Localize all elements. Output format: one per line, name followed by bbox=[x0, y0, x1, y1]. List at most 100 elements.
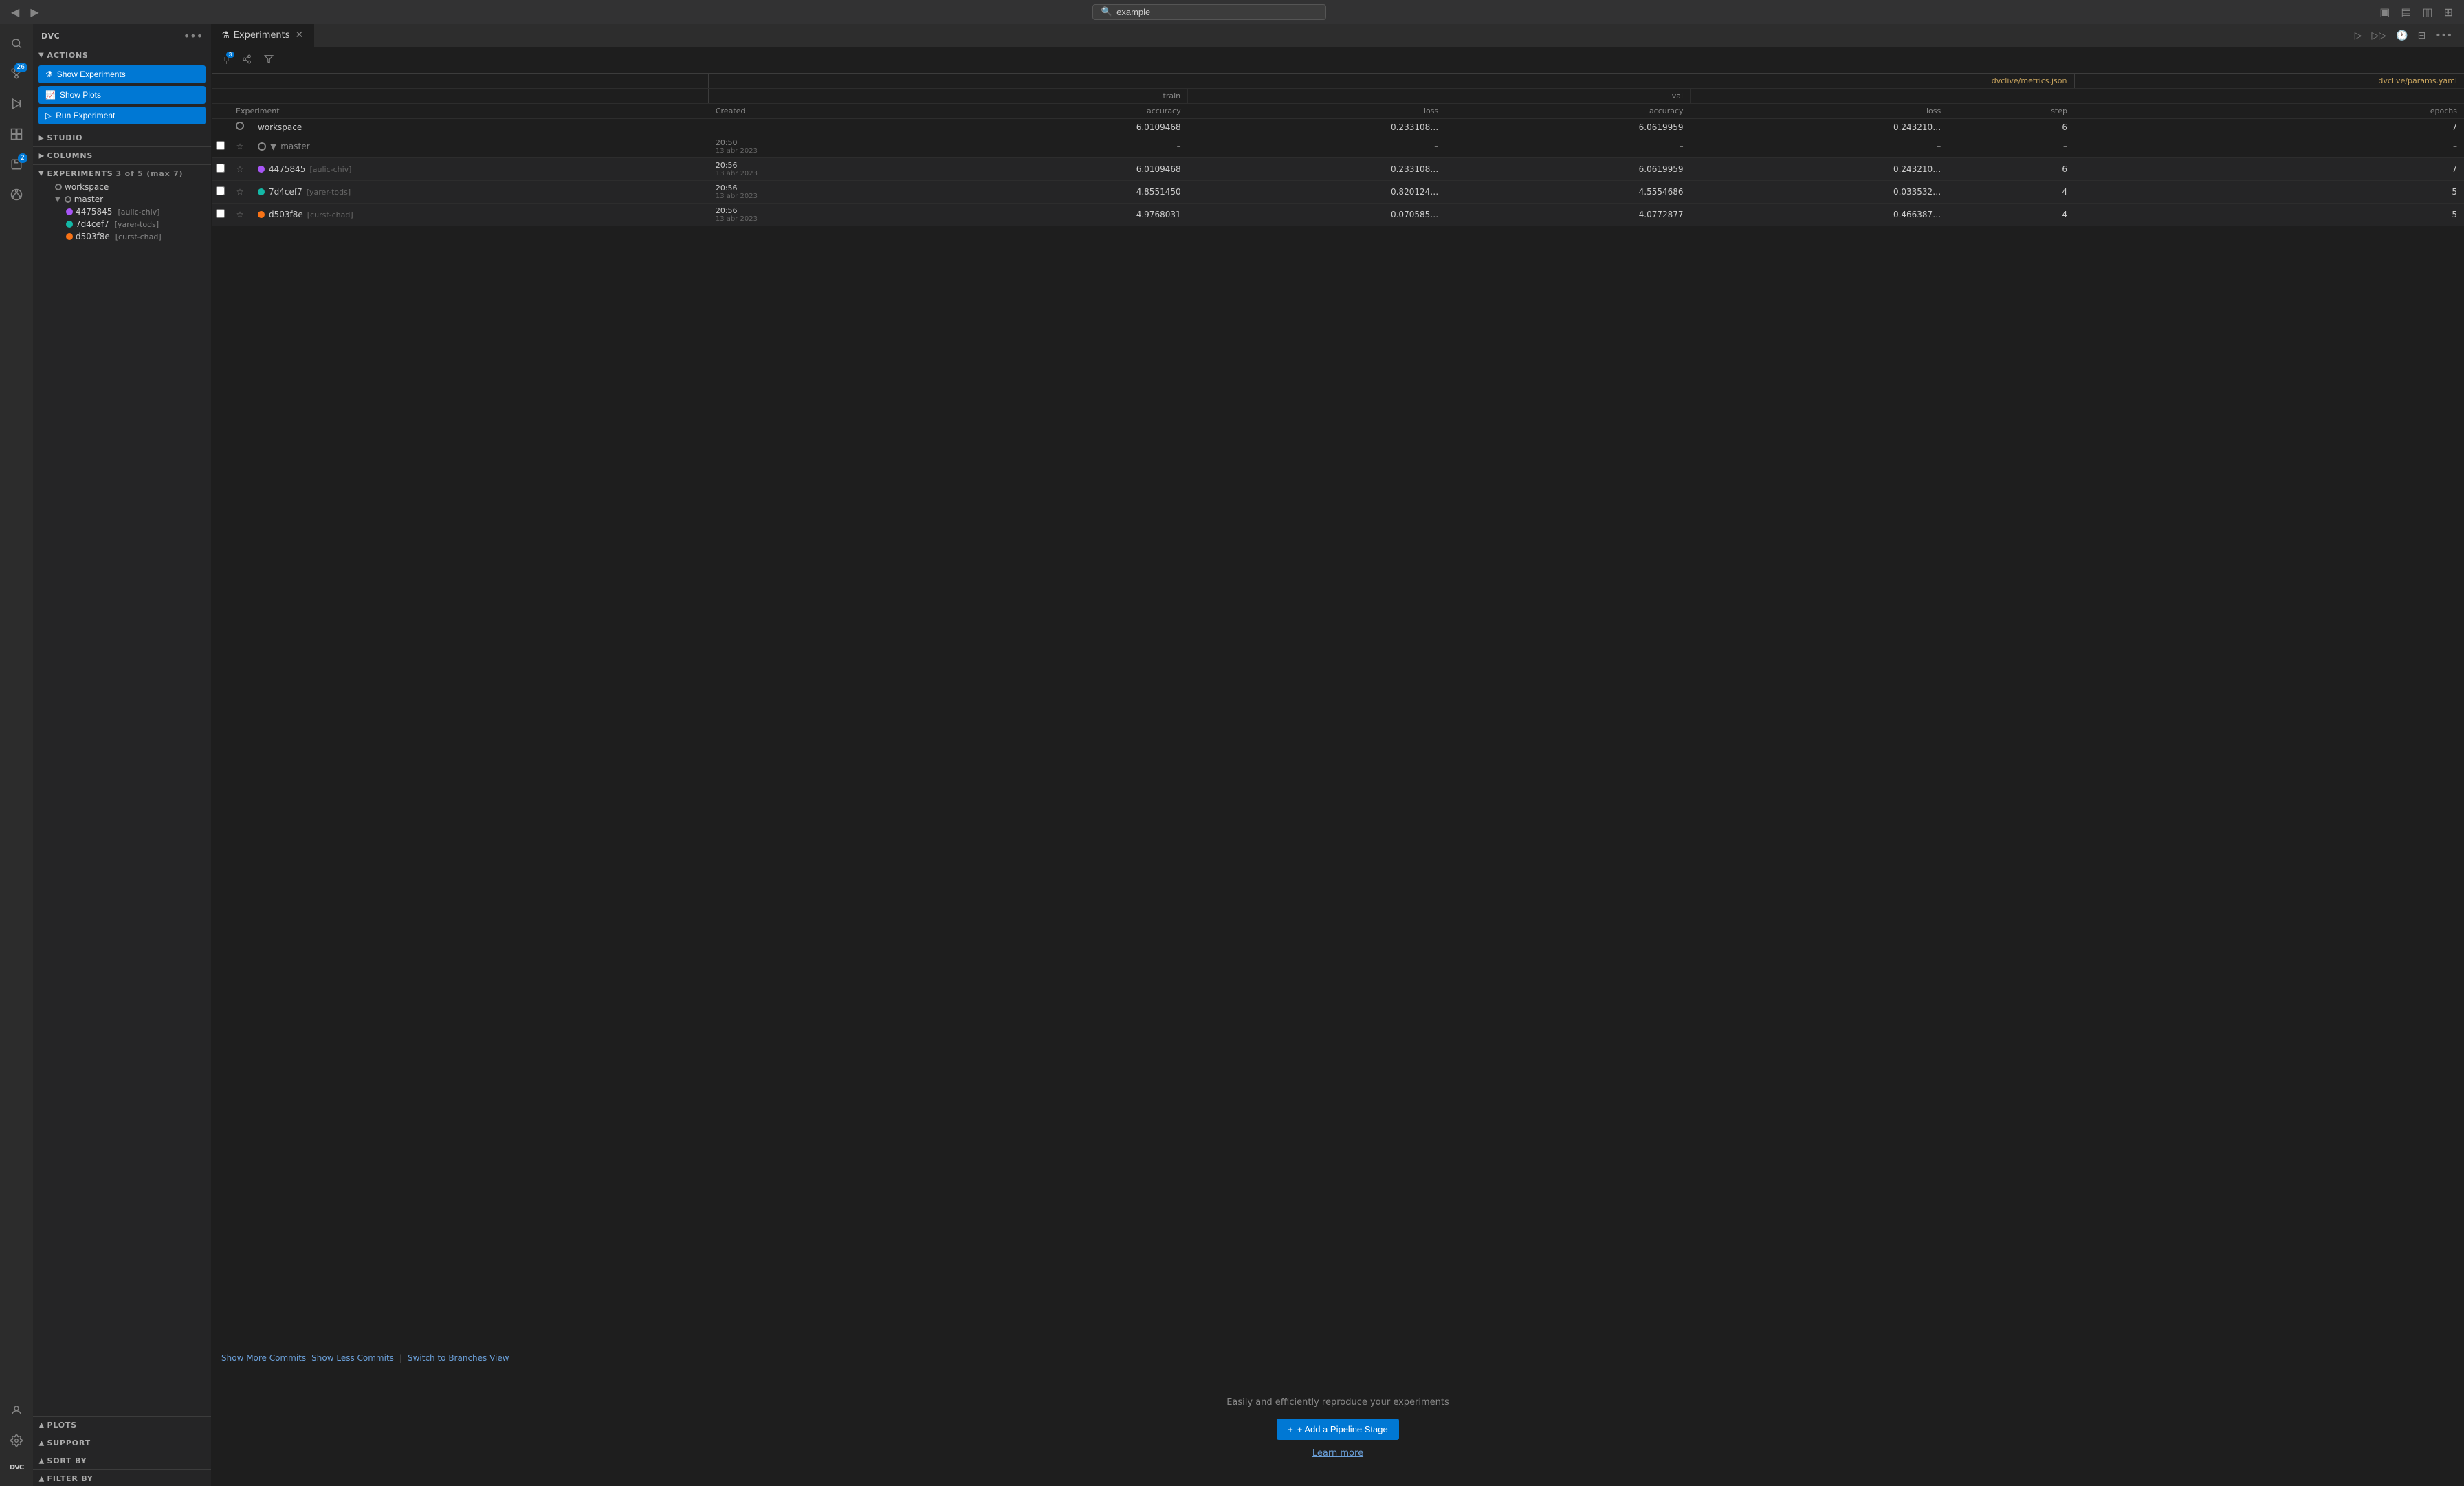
tab-experiments[interactable]: ⚗ Experiments ✕ bbox=[212, 24, 314, 47]
sidebar-item-master[interactable]: ▼ master bbox=[33, 193, 211, 206]
dvc-badge: 2 bbox=[18, 153, 28, 163]
titlebar-search-bar[interactable]: 🔍 bbox=[1092, 4, 1326, 20]
source-control-badge: 26 bbox=[14, 63, 28, 72]
row1-checkbox-cell[interactable] bbox=[212, 158, 229, 181]
experiments-count: 3 of 5 (max 7) bbox=[116, 169, 184, 178]
master-date-sub: 13 abr 2023 bbox=[716, 147, 936, 155]
col-train-accuracy[interactable]: accuracy bbox=[943, 104, 1187, 119]
master-checkbox-cell[interactable] bbox=[212, 135, 229, 158]
sidebar-dots-button[interactable]: ••• bbox=[184, 30, 203, 43]
row3-val-loss: 0.466387… bbox=[1691, 204, 1948, 226]
col-step[interactable]: step bbox=[1948, 104, 2074, 119]
back-button[interactable]: ◀ bbox=[8, 4, 22, 21]
search-input[interactable] bbox=[1116, 7, 1317, 17]
col-experiment[interactable]: Experiment bbox=[229, 104, 709, 119]
activity-extensions[interactable] bbox=[3, 120, 30, 148]
row3-checkbox[interactable] bbox=[216, 209, 225, 218]
activity-search[interactable] bbox=[3, 30, 30, 57]
col-val-loss[interactable]: loss bbox=[1691, 104, 1948, 119]
layout-icon-2[interactable]: ▤ bbox=[2398, 4, 2414, 20]
more-actions-icon[interactable]: ••• bbox=[2432, 28, 2456, 43]
master-star-icon[interactable]: ☆ bbox=[236, 142, 244, 151]
activity-run[interactable] bbox=[3, 90, 30, 118]
activity-accounts[interactable] bbox=[3, 1397, 30, 1424]
row1-star-icon[interactable]: ☆ bbox=[236, 164, 244, 174]
filter-button[interactable] bbox=[261, 52, 277, 69]
show-experiments-button[interactable]: ⚗ Show Experiments bbox=[38, 65, 206, 83]
col-group-params: dvclive/params.yaml bbox=[2074, 74, 2464, 89]
subgroup-train: train bbox=[709, 89, 1188, 104]
sidebar-item-4475845[interactable]: 4475845 [aulic-chiv] bbox=[33, 206, 211, 218]
master-epochs: – bbox=[2074, 135, 2464, 158]
activity-settings[interactable] bbox=[3, 1427, 30, 1454]
run-experiment-button[interactable]: ▷ Run Experiment bbox=[38, 107, 206, 124]
workspace-name-cell: workspace bbox=[251, 119, 709, 135]
dvc-logo[interactable]: DVC bbox=[3, 1457, 30, 1478]
section-columns-header[interactable]: ▼ COLUMNS bbox=[33, 149, 211, 163]
section-support-header[interactable]: ▶ SUPPORT bbox=[33, 1436, 211, 1450]
section-sort-by-header[interactable]: ▶ SORT BY bbox=[33, 1454, 211, 1468]
layout-icon-4[interactable]: ⊞ bbox=[2441, 4, 2456, 20]
col-epochs[interactable]: epochs bbox=[2074, 104, 2464, 119]
show-plots-label: Show Plots bbox=[60, 90, 101, 100]
activity-dvc[interactable]: 2 bbox=[3, 151, 30, 178]
show-less-commits-link[interactable]: Show Less Commits bbox=[311, 1353, 394, 1363]
share-button[interactable] bbox=[239, 52, 255, 69]
master-status-dot bbox=[258, 142, 266, 151]
master-train-loss: – bbox=[1188, 135, 1446, 158]
run-icon[interactable]: ▷ bbox=[2351, 28, 2366, 43]
show-more-commits-link[interactable]: Show More Commits bbox=[221, 1353, 306, 1363]
master-expand-btn[interactable]: ▼ bbox=[270, 142, 276, 151]
learn-more-link[interactable]: Learn more bbox=[226, 1448, 2450, 1458]
col-created[interactable]: Created bbox=[709, 104, 943, 119]
forward-button[interactable]: ▶ bbox=[28, 4, 41, 21]
row2-checkbox[interactable] bbox=[216, 186, 225, 195]
activity-source-control[interactable]: 26 bbox=[3, 60, 30, 87]
row2-commit-name: 7d4cef7 bbox=[269, 187, 302, 197]
row1-date: 20:56 bbox=[716, 161, 936, 170]
switch-branches-link[interactable]: Switch to Branches View bbox=[408, 1353, 509, 1363]
section-actions-header[interactable]: ▼ ACTIONS bbox=[33, 48, 211, 63]
layout-icon-1[interactable]: ▣ bbox=[2377, 4, 2392, 20]
activity-graph[interactable] bbox=[3, 181, 30, 208]
row1-epochs: 7 bbox=[2074, 158, 2464, 181]
split-editor-icon[interactable]: ⊟ bbox=[2414, 28, 2429, 43]
branch-commits-button[interactable]: ⑂ 3 bbox=[220, 53, 233, 69]
row2-star-icon[interactable]: ☆ bbox=[236, 187, 244, 197]
row1-name-cell: 4475845 [aulic-chiv] bbox=[251, 158, 709, 181]
sidebar-item-workspace[interactable]: workspace bbox=[33, 181, 211, 193]
tab-close-button[interactable]: ✕ bbox=[294, 30, 305, 41]
section-experiments-header[interactable]: ▼ EXPERIMENTS 3 of 5 (max 7) bbox=[33, 166, 211, 181]
workspace-status-cell bbox=[229, 119, 251, 135]
row3-checkbox-cell[interactable] bbox=[212, 204, 229, 226]
row1-checkbox[interactable] bbox=[216, 164, 225, 173]
workspace-created-cell bbox=[709, 119, 943, 135]
workspace-name: workspace bbox=[65, 182, 109, 192]
layout-icon-3[interactable]: ▥ bbox=[2419, 4, 2435, 20]
history-icon[interactable]: 🕐 bbox=[2392, 28, 2411, 43]
sidebar-item-7d4cef7[interactable]: 7d4cef7 [yarer-tods] bbox=[33, 218, 211, 230]
row3-created-cell: 20:56 13 abr 2023 bbox=[709, 204, 943, 226]
row3-star-icon[interactable]: ☆ bbox=[236, 210, 244, 219]
show-experiments-icon: ⚗ bbox=[45, 69, 53, 79]
section-studio-header[interactable]: ▼ STUDIO bbox=[33, 131, 211, 145]
run-all-icon[interactable]: ▷▷ bbox=[2368, 28, 2390, 43]
row1-star-cell: ☆ bbox=[229, 158, 251, 181]
experiments-table: dvclive/metrics.json dvclive/params.yaml… bbox=[212, 74, 2464, 226]
section-plots-header[interactable]: ▶ PLOTS bbox=[33, 1418, 211, 1432]
add-pipeline-stage-button[interactable]: + + Add a Pipeline Stage bbox=[1277, 1419, 1399, 1440]
footer-divider: | bbox=[399, 1353, 402, 1363]
workspace-dot-icon bbox=[236, 122, 244, 130]
exp-4475845-dot bbox=[66, 208, 73, 215]
col-val-accuracy[interactable]: accuracy bbox=[1445, 104, 1690, 119]
studio-label: STUDIO bbox=[47, 133, 83, 142]
row3-dot-icon bbox=[258, 211, 265, 218]
sidebar-item-d503f8e[interactable]: d503f8e [curst-chad] bbox=[33, 230, 211, 243]
col-checkbox bbox=[212, 104, 229, 119]
row2-checkbox-cell[interactable] bbox=[212, 181, 229, 204]
master-checkbox[interactable] bbox=[216, 141, 225, 150]
section-filter-by-header[interactable]: ▶ FILTER BY bbox=[33, 1472, 211, 1486]
show-plots-button[interactable]: 📈 Show Plots bbox=[38, 86, 206, 104]
col-train-loss[interactable]: loss bbox=[1188, 104, 1446, 119]
divider-7 bbox=[33, 1469, 211, 1470]
